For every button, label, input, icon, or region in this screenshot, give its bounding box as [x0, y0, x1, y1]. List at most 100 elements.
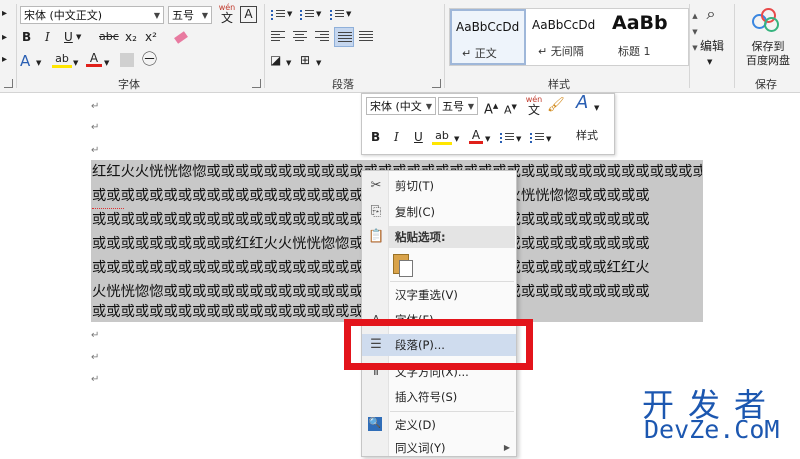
menu-item-define[interactable]: 🔍 定义(D)	[362, 414, 516, 436]
justify-button[interactable]	[334, 27, 354, 47]
mini-bullets-icon[interactable]	[500, 131, 514, 143]
style-item-no-spacing[interactable]: AaBbCcDd ↵ 无间隔	[528, 9, 606, 65]
baidu-label-2: 百度网盘	[746, 54, 790, 67]
mini-phonetic-button[interactable]: wén 文	[525, 95, 543, 116]
styles-gallery: AaBbCcDd ↵ 正文 AaBbCcDd ↵ 无间隔 AaBb 标题 1	[449, 8, 689, 66]
enclose-char-button[interactable]: ㊀	[142, 51, 157, 67]
paragraph-mark: ↵	[91, 101, 100, 112]
clear-format-button[interactable]	[173, 29, 189, 44]
chevron-down-icon[interactable]: ▼	[516, 131, 521, 147]
style-item-heading-1[interactable]: AaBb 标题 1	[608, 9, 688, 65]
paragraph-mark: ↵	[91, 145, 100, 156]
style-item-normal[interactable]: AaBbCcDd ↵ 正文	[450, 9, 526, 65]
mini-font-name-combo[interactable]: 宋体 (中文 ▼	[366, 97, 436, 115]
menu-item-paste-options: 📋 粘贴选项:	[362, 226, 516, 248]
paragraph-mark: ↵	[91, 374, 100, 385]
mini-numbering-icon[interactable]	[530, 131, 544, 143]
subscript-button[interactable]: x₂	[125, 29, 137, 45]
chevron-down-icon[interactable]: ▼	[73, 55, 78, 71]
highlight-color-button[interactable]: ab	[52, 50, 72, 68]
chevron-down-icon[interactable]: ▼	[546, 131, 551, 147]
chevron-down-icon[interactable]: ▼	[485, 131, 490, 147]
chevron-down-icon[interactable]: ▼	[594, 100, 599, 116]
char-shading-button[interactable]	[120, 53, 134, 71]
font-dialog-launcher-icon[interactable]	[252, 79, 261, 88]
text-effect-button[interactable]: A	[20, 53, 30, 69]
chevron-down-icon[interactable]: ▼	[689, 28, 701, 36]
mini-underline-button[interactable]: U	[414, 129, 423, 145]
mini-italic-label: I	[394, 130, 399, 144]
font-color-button[interactable]: A	[86, 50, 102, 67]
mini-shrink-font-button[interactable]: A▼	[504, 99, 517, 119]
binoculars-icon[interactable]: ⌕	[698, 6, 724, 22]
char-shading-icon	[120, 53, 134, 67]
menu-item-insert-symbol[interactable]: 插入符号(S)	[362, 386, 516, 408]
mini-font-size-combo[interactable]: 五号 ▼	[438, 97, 478, 115]
align-right-icon[interactable]	[315, 31, 329, 43]
underline-button[interactable]: U	[64, 29, 73, 45]
mini-italic-button[interactable]: I	[394, 129, 399, 145]
chevron-down-icon[interactable]: ▼	[104, 55, 109, 71]
clipboard-edge-icon-2[interactable]: ▸	[2, 30, 7, 46]
font-size-value: 五号	[172, 9, 194, 22]
styles-a-icon[interactable]: A	[576, 94, 588, 112]
menu-item-reselect-hanzi[interactable]: 汉字重选(V)	[362, 284, 516, 306]
chevron-down-icon[interactable]: ▼	[76, 29, 81, 45]
align-left-icon[interactable]	[271, 31, 285, 43]
clipboard-edge-icon-3[interactable]: ▸	[2, 52, 7, 68]
superscript-button[interactable]: x²	[145, 29, 157, 45]
menu-item-copy[interactable]: ⎘ 复制(C)	[362, 201, 516, 223]
save-to-baidu-button[interactable]: 保存到 百度网盘	[738, 40, 798, 68]
menu-item-label: 定义(D)	[395, 418, 436, 432]
clipboard-launcher-icon[interactable]	[4, 79, 13, 88]
mini-font-name-value: 宋体 (中文	[370, 100, 422, 113]
format-painter-icon[interactable]: 🖌	[547, 97, 565, 113]
paragraph-mark: ↵	[91, 330, 100, 341]
distributed-icon[interactable]	[359, 31, 373, 43]
editing-label: 编辑	[699, 39, 724, 53]
document-line[interactable]: 或或或或或或或或或或或或或或或或或或或或或	[92, 300, 362, 324]
editing-button[interactable]: 编辑	[697, 38, 727, 54]
font-size-combo[interactable]: 五号 ▼	[168, 6, 212, 24]
mini-styles-button[interactable]: 样式	[576, 128, 598, 144]
chevron-down-icon[interactable]: ▼	[346, 6, 351, 22]
baidu-cloud-icon[interactable]	[752, 8, 779, 32]
paste-clipboard-icon[interactable]	[393, 252, 413, 277]
mini-styles-label: 样式	[576, 129, 598, 142]
menu-item-synonyms[interactable]: 同义词(Y) ▶	[362, 437, 516, 459]
chevron-down-icon[interactable]: ▼	[707, 54, 712, 70]
font-name-value: 宋体 (中文正文)	[24, 9, 103, 22]
chevron-down-icon[interactable]: ▼	[316, 55, 321, 71]
multilevel-list-icon[interactable]	[330, 8, 344, 20]
chevron-down-icon[interactable]: ▼	[287, 6, 292, 22]
menu-item-cut[interactable]: ✂ 剪切(T)	[362, 175, 516, 197]
submenu-arrow-icon: ▶	[503, 443, 510, 452]
paragraph-dialog-launcher-icon[interactable]	[432, 79, 441, 88]
mini-highlight-button[interactable]: ab	[432, 127, 452, 145]
strike-label: abc	[99, 30, 119, 43]
numbering-icon[interactable]	[300, 8, 314, 20]
mini-font-color-button[interactable]: A	[469, 127, 483, 144]
bold-button[interactable]: B	[22, 29, 31, 45]
mini-bold-button[interactable]: B	[371, 129, 380, 145]
shading-button[interactable]: ◪	[270, 52, 281, 68]
italic-button[interactable]: I	[45, 29, 50, 45]
chevron-down-icon[interactable]: ▼	[36, 55, 41, 71]
borders-button[interactable]: ⊞	[300, 52, 310, 68]
chevron-down-icon[interactable]: ▼	[454, 131, 459, 147]
style-name: ↵ 正文	[462, 47, 497, 60]
style-sample: AaBb	[612, 12, 668, 34]
char-border-button[interactable]: A	[240, 6, 257, 23]
mini-grow-font-button[interactable]: A▲	[484, 98, 498, 118]
strikethrough-button[interactable]: abc	[99, 29, 119, 45]
phonetic-guide-button[interactable]: wén 文	[218, 3, 236, 25]
phonetic-char: 文	[220, 11, 233, 25]
save-group-label: 保存	[755, 78, 777, 91]
chevron-down-icon[interactable]: ▼	[316, 6, 321, 22]
font-name-combo[interactable]: 宋体 (中文正文) ▼	[20, 6, 164, 24]
bullets-icon[interactable]	[271, 8, 285, 20]
align-center-icon[interactable]	[293, 31, 307, 43]
clipboard-edge-icon[interactable]: ▸	[2, 6, 7, 22]
chevron-down-icon[interactable]: ▼	[286, 55, 291, 71]
chevron-down-icon: ▼	[201, 11, 208, 20]
